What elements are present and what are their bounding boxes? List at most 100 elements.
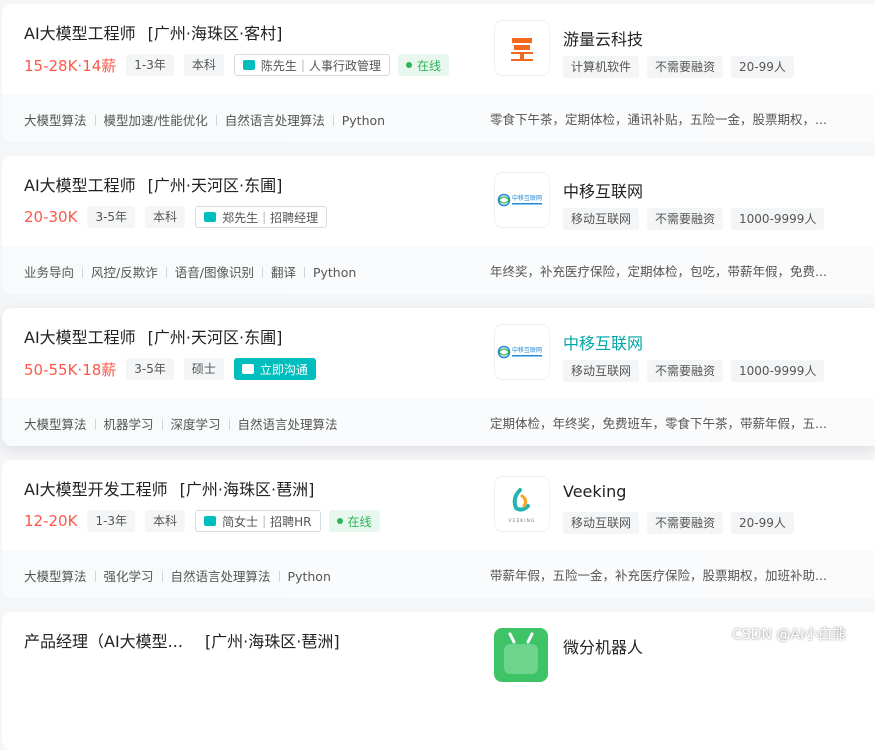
online-status-text: 在线 bbox=[416, 58, 441, 73]
skill-tag: 自然语言处理算法 bbox=[154, 566, 271, 585]
company-name[interactable]: 游量云科技 bbox=[563, 26, 643, 50]
company-tags: 移动互联网 不需要融资 1000-9999人 bbox=[563, 360, 832, 382]
chat-icon bbox=[241, 359, 254, 374]
skill-tag: 机器学习 bbox=[87, 414, 154, 433]
degree-tag: 本科 bbox=[145, 510, 186, 532]
company-benefits: 带薪年假，五险一金，补充医疗保险，股票期权，加班补助... bbox=[490, 568, 827, 583]
recruiter-name: 简女士 bbox=[222, 514, 259, 529]
experience-tag: 3-5年 bbox=[126, 358, 174, 380]
company-name[interactable]: 中移互联网 bbox=[563, 178, 643, 202]
recruiter-role: 人事行政管理 bbox=[308, 58, 381, 73]
job-salary: 50-55K·18薪 bbox=[24, 360, 117, 379]
company-funding-tag: 不需要融资 bbox=[647, 208, 724, 230]
skill-tags: 业务导向 风控/反欺诈 语音/图像识别 翻译 Python bbox=[24, 262, 356, 281]
recruiter-info[interactable]: 简女士|招聘HR bbox=[195, 510, 321, 532]
veeking-logo-icon[interactable]: VEEKING bbox=[494, 476, 550, 532]
skill-tag: Python bbox=[325, 113, 385, 128]
job-title[interactable]: AI大模型工程师 bbox=[24, 24, 136, 43]
chat-icon bbox=[204, 207, 217, 222]
company-name[interactable]: Veeking bbox=[563, 482, 626, 501]
company-funding-tag: 不需要融资 bbox=[647, 512, 724, 534]
job-card-footer: 业务导向 风控/反欺诈 语音/图像识别 翻译 Python 年终奖，补充医疗保险，定期体… bbox=[2, 246, 875, 294]
degree-tag: 本科 bbox=[183, 54, 224, 76]
china-mobile-logo-icon[interactable]: 中移互联网 bbox=[494, 172, 550, 228]
skill-tag: Python bbox=[296, 265, 356, 280]
recruiter-info[interactable]: 陈先生|人事行政管理 bbox=[233, 54, 390, 76]
recruiter-role: 招聘HR bbox=[270, 514, 312, 529]
job-card-footer: 大模型算法 模型加速/性能优化 自然语言处理算法 Python 零食下午茶，定期体检，… bbox=[2, 94, 875, 142]
job-card[interactable]: AI大模型开发工程师 [广州·海珠区·琶洲] 12-20K 1-3年 本科 简女士… bbox=[2, 460, 875, 598]
company-size-tag: 1000-9999人 bbox=[731, 360, 825, 382]
company-name[interactable]: 中移互联网 bbox=[563, 330, 643, 354]
skill-tag: Python bbox=[271, 569, 331, 584]
company-industry-tag: 移动互联网 bbox=[563, 512, 640, 534]
job-title[interactable]: AI大模型工程师 bbox=[24, 328, 136, 347]
job-card-header: AI大模型工程师 [广州·天河区·东圃] 20-30K 3-5年 本科 郑先生|招… bbox=[2, 156, 875, 246]
job-info-row: 12-20K 1-3年 本科 简女士|招聘HR 在线 bbox=[24, 510, 380, 532]
recruiter-separator: | bbox=[262, 514, 267, 528]
company-benefits: 年终奖，补充医疗保险，定期体检，包吃，带薪年假，免费... bbox=[490, 264, 827, 279]
online-dot-icon bbox=[336, 518, 343, 524]
skill-tags: 大模型算法 模型加速/性能优化 自然语言处理算法 Python bbox=[24, 110, 385, 129]
company-benefits: 零食下午茶，定期体检，通讯补贴，五险一金，股票期权，... bbox=[490, 112, 827, 127]
company-name[interactable]: 微分机器人 bbox=[563, 634, 643, 658]
chat-now-button[interactable]: 立即沟通 bbox=[233, 358, 316, 380]
company-tags: 移动互联网 不需要融资 1000-9999人 bbox=[563, 208, 832, 230]
skill-tag: 大模型算法 bbox=[24, 569, 87, 584]
recruiter-name: 郑先生 bbox=[222, 210, 259, 225]
job-card-header: AI大模型工程师 [广州·天河区·东圃] 50-55K·18薪 3-5年 硕士 立… bbox=[2, 308, 875, 398]
job-title-line[interactable]: AI大模型开发工程师 [广州·海珠区·琶洲] bbox=[24, 476, 314, 500]
job-salary: 12-20K bbox=[24, 512, 78, 530]
job-title-line[interactable]: AI大模型工程师 [广州·海珠区·客村] bbox=[24, 20, 282, 44]
skill-tag: 强化学习 bbox=[87, 566, 154, 585]
skill-tag: 业务导向 bbox=[24, 265, 75, 280]
skill-tag: 深度学习 bbox=[154, 414, 221, 433]
robot-logo-icon[interactable] bbox=[494, 628, 548, 682]
company-benefits: 定期体检，年终奖，免费班车，零食下午茶，带薪年假，五... bbox=[490, 416, 827, 431]
logo-text: 中移互联网 bbox=[512, 194, 542, 202]
recruiter-separator: | bbox=[262, 210, 267, 224]
job-info-row: 50-55K·18薪 3-5年 硕士 立即沟通 bbox=[24, 358, 316, 380]
recruiter-name: 陈先生 bbox=[260, 58, 297, 73]
job-location: [广州·天河区·东圃] bbox=[147, 328, 283, 347]
skill-tag: 自然语言处理算法 bbox=[221, 414, 338, 433]
job-card[interactable]: AI大模型工程师 [广州·天河区·东圃] 50-55K·18薪 3-5年 硕士 立… bbox=[2, 308, 875, 446]
logo-text: 中移互联网 bbox=[512, 346, 542, 354]
skill-tag: 自然语言处理算法 bbox=[208, 110, 325, 129]
logo-text: VEEKING bbox=[509, 518, 536, 524]
company-size-tag: 20-99人 bbox=[731, 56, 794, 78]
company-industry-tag: 计算机软件 bbox=[563, 56, 640, 78]
skill-tag: 大模型算法 bbox=[24, 417, 87, 432]
company-size-tag: 1000-9999人 bbox=[731, 208, 825, 230]
job-title[interactable]: AI大模型工程师 bbox=[24, 176, 136, 195]
recruiter-separator: | bbox=[300, 58, 305, 72]
job-title-line[interactable]: AI大模型工程师 [广州·天河区·东圃] bbox=[24, 324, 282, 348]
job-title[interactable]: AI大模型开发工程师 bbox=[24, 480, 168, 499]
job-title[interactable]: 产品经理（AI大模型... bbox=[24, 632, 183, 651]
job-title-line[interactable]: AI大模型工程师 [广州·天河区·东圃] bbox=[24, 172, 282, 196]
job-card-header: AI大模型工程师 [广州·海珠区·客村] 15-28K·14薪 1-3年 本科 陈… bbox=[2, 4, 875, 94]
job-location: [广州·海珠区·琶洲] bbox=[204, 632, 340, 651]
job-salary: 15-28K·14薪 bbox=[24, 56, 117, 75]
online-dot-icon bbox=[405, 62, 412, 68]
skill-tags: 大模型算法 强化学习 自然语言处理算法 Python bbox=[24, 566, 331, 585]
job-card[interactable]: AI大模型工程师 [广州·天河区·东圃] 20-30K 3-5年 本科 郑先生|招… bbox=[2, 156, 875, 294]
job-location: [广州·天河区·东圃] bbox=[147, 176, 283, 195]
degree-tag: 本科 bbox=[145, 206, 186, 228]
company-tags: 计算机软件 不需要融资 20-99人 bbox=[563, 56, 802, 78]
company-funding-tag: 不需要融资 bbox=[647, 56, 724, 78]
experience-tag: 1-3年 bbox=[87, 510, 136, 532]
company-size-tag: 20-99人 bbox=[731, 512, 794, 534]
job-title-line[interactable]: 产品经理（AI大模型... [广州·海珠区·琶洲] bbox=[24, 628, 340, 652]
job-info-row: 15-28K·14薪 1-3年 本科 陈先生|人事行政管理 在线 bbox=[24, 54, 449, 76]
job-card-header: AI大模型开发工程师 [广州·海珠区·琶洲] 12-20K 1-3年 本科 简女士… bbox=[2, 460, 875, 550]
skill-tag: 翻译 bbox=[254, 262, 296, 281]
company-industry-tag: 移动互联网 bbox=[563, 360, 640, 382]
china-mobile-logo-icon[interactable]: 中移互联网 bbox=[494, 324, 550, 380]
recruiter-info[interactable]: 郑先生|招聘经理 bbox=[195, 206, 328, 228]
job-card[interactable]: AI大模型工程师 [广州·海珠区·客村] 15-28K·14薪 1-3年 本科 陈… bbox=[2, 4, 875, 142]
job-location: [广州·海珠区·客村] bbox=[147, 24, 283, 43]
skill-tag: 语音/图像识别 bbox=[158, 262, 254, 281]
youliang-logo-icon[interactable] bbox=[494, 20, 550, 76]
job-card-footer: 大模型算法 强化学习 自然语言处理算法 Python 带薪年假，五险一金，补充医疗保险… bbox=[2, 550, 875, 598]
